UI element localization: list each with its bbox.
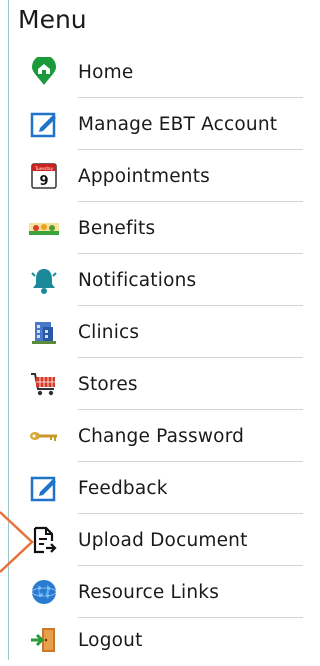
- menu-title: Menu: [18, 5, 87, 34]
- menu-item-clinics[interactable]: Clinics: [28, 306, 303, 358]
- calendar-icon: Tuesday 9: [28, 160, 60, 192]
- edit-icon: [28, 108, 60, 140]
- calendar-day-text: 9: [39, 174, 48, 189]
- bell-icon: [28, 264, 60, 296]
- menu-panel: Menu Home Manage EBT Account Tuesday 9 A…: [0, 0, 303, 660]
- menu-item-label: Notifications: [78, 269, 197, 291]
- menu-item-label: Stores: [78, 373, 138, 395]
- menu-item-stores[interactable]: Stores: [28, 358, 303, 410]
- menu-item-label: Change Password: [78, 425, 245, 447]
- menu-item-label: Feedback: [78, 477, 168, 499]
- menu-item-label: Home: [78, 61, 134, 83]
- menu-item-change-password[interactable]: Change Password: [28, 410, 303, 462]
- benefits-icon: [28, 212, 60, 244]
- menu-item-label: Logout: [78, 629, 143, 651]
- menu-item-label: Resource Links: [78, 581, 220, 603]
- menu-item-home[interactable]: Home: [28, 46, 303, 98]
- building-icon: [28, 316, 60, 348]
- menu-item-label: Manage EBT Account: [78, 113, 278, 135]
- menu-item-manage-ebt-account[interactable]: Manage EBT Account: [28, 98, 303, 150]
- key-icon: [28, 420, 60, 452]
- home-pin-icon: [28, 56, 60, 88]
- callout-arrow-icon: [0, 511, 34, 573]
- calendar-month-text: Tuesday: [34, 166, 54, 172]
- menu-item-appointments[interactable]: Tuesday 9 Appointments: [28, 150, 303, 202]
- menu-item-label: Appointments: [78, 165, 210, 187]
- menu-item-label: Benefits: [78, 217, 156, 239]
- menu-item-resource-links[interactable]: Resource Links: [28, 566, 303, 618]
- menu-item-notifications[interactable]: Notifications: [28, 254, 303, 306]
- edit-icon: [28, 472, 60, 504]
- logout-door-icon: [28, 624, 60, 656]
- menu-item-logout[interactable]: Logout: [28, 614, 303, 666]
- globe-icon: [28, 576, 60, 608]
- menu-item-label: Clinics: [78, 321, 140, 343]
- menu-item-benefits[interactable]: Benefits: [28, 202, 303, 254]
- menu-item-label: Upload Document: [78, 529, 248, 551]
- menu-item-upload-document[interactable]: Upload Document: [28, 514, 303, 566]
- menu-item-feedback[interactable]: Feedback: [28, 462, 303, 514]
- shopping-cart-icon: [28, 368, 60, 400]
